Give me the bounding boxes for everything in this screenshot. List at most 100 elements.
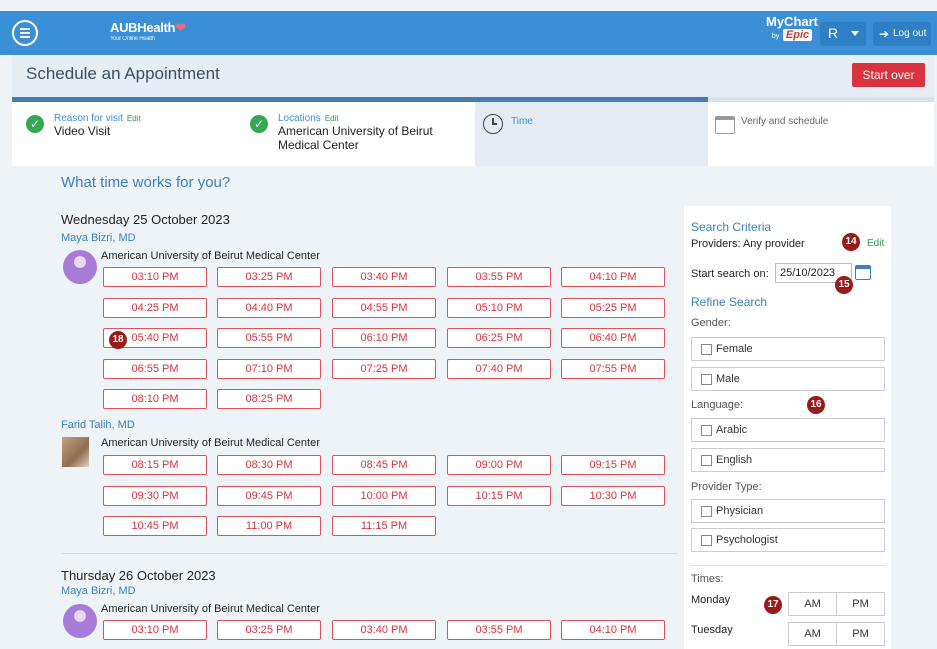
times-label: Times: — [691, 573, 724, 585]
time-slot-button[interactable]: 06:55 PM — [103, 358, 207, 379]
checkbox-icon — [701, 344, 712, 355]
time-slot-button[interactable]: 03:10 PM — [103, 267, 207, 287]
marker-badge: 16 — [807, 396, 825, 414]
language-label: Language: — [691, 399, 743, 411]
time-slot-button[interactable]: 09:15 PM — [561, 455, 665, 475]
time-slot-button[interactable]: 09:45 PM — [217, 485, 321, 506]
time-slot-button[interactable]: 10:30 PM — [561, 485, 665, 506]
time-slot-button[interactable]: 11:00 PM — [217, 516, 321, 536]
step-verify-label: Verify and schedule — [741, 116, 829, 127]
edit-providers-link[interactable]: Edit — [867, 238, 884, 249]
divider — [61, 553, 677, 554]
provider-psychologist-checkbox[interactable]: Psychologist — [691, 528, 885, 552]
logout-button[interactable]: ➔ Log out — [873, 22, 931, 46]
mychart-logo: MyChart by Epic — [766, 14, 819, 43]
gender-female-checkbox[interactable]: Female — [691, 337, 885, 361]
time-slot-button[interactable]: 08:30 PM — [217, 455, 321, 475]
time-slot-button[interactable]: 09:30 PM — [103, 485, 207, 506]
monday-am-button[interactable]: AM — [788, 592, 837, 616]
time-slot-button[interactable]: 09:00 PM — [447, 455, 551, 475]
provider-name[interactable]: Maya Bizri, MD — [61, 585, 136, 597]
marker-badge: 14 — [842, 233, 860, 251]
time-slot-button[interactable]: 03:25 PM — [217, 620, 321, 640]
menu-icon[interactable] — [12, 20, 38, 46]
time-slot-button[interactable]: 03:25 PM — [217, 267, 321, 287]
provider-physician-checkbox[interactable]: Physician — [691, 499, 885, 523]
time-slot-button[interactable]: 07:40 PM — [447, 358, 551, 379]
gender-male-checkbox[interactable]: Male — [691, 367, 885, 391]
day-label-tuesday: Tuesday — [691, 624, 733, 636]
time-slot-button[interactable]: 05:10 PM — [447, 297, 551, 318]
time-slot-button[interactable]: 03:40 PM — [332, 267, 436, 287]
time-slot-button[interactable]: 06:25 PM — [447, 328, 551, 348]
brand-logo: AUBHealth❤ Your Online Health — [110, 20, 186, 42]
time-slot-button[interactable]: 07:25 PM — [332, 358, 436, 379]
facility-name: American University of Beirut Medical Ce… — [101, 437, 320, 449]
option-label: Psychologist — [716, 534, 778, 546]
language-arabic-checkbox[interactable]: Arabic — [691, 418, 885, 442]
checkbox-icon — [701, 455, 712, 466]
question-heading: What time works for you? — [61, 174, 231, 191]
time-slot-button[interactable]: 05:25 PM — [561, 297, 665, 318]
calendar-icon[interactable] — [855, 265, 871, 280]
time-slot-button[interactable]: 08:45 PM — [332, 455, 436, 475]
logout-icon: ➔ — [879, 27, 890, 41]
marker-badge: 18 — [109, 331, 127, 349]
time-slot-button[interactable]: 03:55 PM — [447, 620, 551, 640]
time-slot-button[interactable]: 03:55 PM — [447, 267, 551, 287]
step-reason-value: Video Visit — [54, 124, 111, 138]
edit-locations-link[interactable]: Edit — [325, 114, 339, 123]
time-slot-button[interactable]: 03:40 PM — [332, 620, 436, 640]
mychart-by: by — [771, 33, 780, 40]
marker-badge: 17 — [764, 596, 782, 614]
time-slot-button[interactable]: 10:45 PM — [103, 516, 207, 536]
option-label: Female — [716, 343, 753, 355]
time-slot-button[interactable]: 04:10 PM — [561, 620, 665, 640]
time-slot-button[interactable]: 03:10 PM — [103, 620, 207, 640]
provider-name[interactable]: Maya Bizri, MD — [61, 232, 136, 244]
time-slot-button[interactable]: 04:55 PM — [332, 297, 436, 318]
tuesday-pm-button[interactable]: PM — [836, 622, 885, 646]
user-menu-button[interactable]: R — [820, 22, 866, 46]
date-heading: Thursday 26 October 2023 — [61, 568, 216, 583]
time-slot-button[interactable]: 04:10 PM — [561, 267, 665, 287]
time-slot-button[interactable]: 04:40 PM — [217, 297, 321, 318]
time-slot-button[interactable]: 06:40 PM — [561, 328, 665, 348]
time-slot-button[interactable]: 08:25 PM — [217, 389, 321, 409]
time-slot-button[interactable]: 04:25 PM — [103, 297, 207, 318]
check-icon: ✓ — [250, 115, 268, 133]
logout-label: Log out — [893, 28, 927, 39]
time-slot-button[interactable]: 06:10 PM — [332, 328, 436, 348]
time-slot-button[interactable]: 08:10 PM — [103, 389, 207, 409]
refine-search-title: Refine Search — [691, 295, 768, 309]
mychart-label: MyChart — [766, 14, 819, 29]
edit-reason-link[interactable]: Edit — [127, 114, 141, 123]
option-label: Arabic — [716, 424, 748, 436]
language-english-checkbox[interactable]: English — [691, 448, 885, 472]
time-slot-button[interactable]: 11:15 PM — [332, 516, 436, 536]
provider-name[interactable]: Farid Talih, MD — [61, 419, 135, 431]
time-slot-button[interactable]: 08:15 PM — [103, 455, 207, 475]
time-slot-button[interactable]: 05:55 PM — [217, 328, 321, 348]
time-slot-button[interactable]: 10:00 PM — [332, 485, 436, 506]
search-criteria-title: Search Criteria — [691, 220, 772, 234]
divider — [691, 565, 885, 566]
start-over-button[interactable]: Start over — [852, 63, 925, 87]
brand-name: AUBHealth — [110, 20, 176, 35]
step-reason-label: Reason for visit — [54, 113, 123, 124]
marker-badge: 15 — [835, 276, 853, 294]
avatar — [63, 604, 97, 638]
calendar-icon — [715, 116, 735, 134]
checkbox-icon — [701, 506, 712, 517]
monday-pm-button[interactable]: PM — [836, 592, 885, 616]
page-title: Schedule an Appointment — [26, 64, 220, 83]
tuesday-am-button[interactable]: AM — [788, 622, 837, 646]
option-label: Physician — [716, 505, 764, 517]
time-slot-button[interactable]: 07:10 PM — [217, 358, 321, 379]
heart-icon: ❤ — [175, 20, 186, 35]
step-reason: ✓ Reason for visit Edit Video Visit — [26, 112, 141, 138]
time-slot-button[interactable]: 07:55 PM — [561, 358, 665, 379]
time-slot-button[interactable]: 10:15 PM — [447, 485, 551, 506]
user-initial: R — [828, 25, 839, 41]
checkbox-icon — [701, 535, 712, 546]
